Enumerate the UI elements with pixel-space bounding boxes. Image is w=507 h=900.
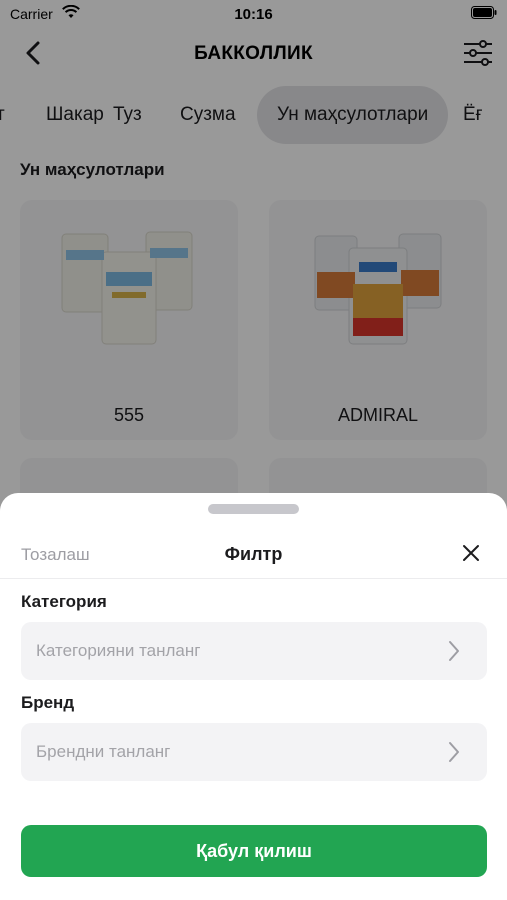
brand-placeholder: Брендни танланг [36,742,171,761]
brand-label: Бренд [21,693,75,712]
brand-select[interactable]: Брендни танланг [21,723,487,781]
sheet-grabber[interactable] [208,504,299,514]
close-icon[interactable] [461,543,481,563]
apply-button[interactable]: Қабул қилиш [21,825,487,877]
category-label: Категория [21,592,107,611]
sheet-header: Тозалаш Филтр [0,531,507,579]
category-select[interactable]: Категорияни танланг [21,622,487,680]
chevron-right-icon [449,742,459,762]
chevron-right-icon [449,641,459,661]
category-placeholder: Категорияни танланг [36,641,201,660]
filter-bottom-sheet: Тозалаш Филтр Категория Категорияни танл… [0,493,507,900]
sheet-title: Филтр [224,544,283,564]
